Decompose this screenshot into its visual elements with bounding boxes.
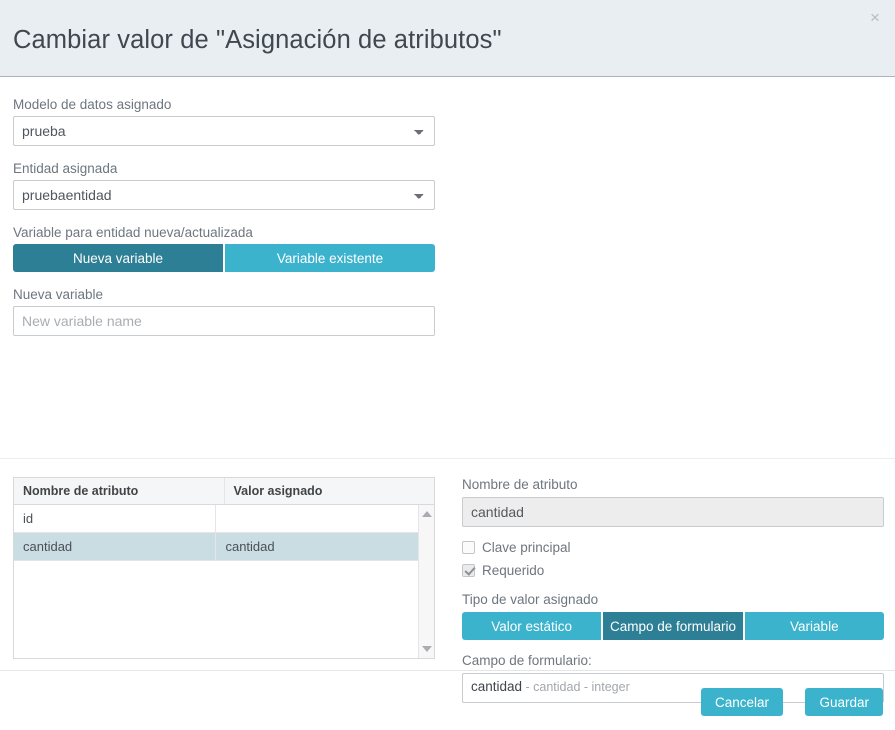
- value-type-button-group: Valor estático Campo de formulario Varia…: [462, 612, 884, 640]
- new-variable-label: Nueva variable: [13, 287, 104, 302]
- tab-nueva-variable[interactable]: Nueva variable: [13, 244, 223, 272]
- cell-assigned-value: [215, 505, 418, 533]
- column-header-attribute-name: Nombre de atributo: [14, 478, 225, 505]
- page-title: Cambiar valor de "Asignación de atributo…: [13, 26, 502, 54]
- table-scrollbar[interactable]: [417, 505, 434, 658]
- section-divider: [0, 458, 895, 459]
- field-group-variable-mode: Variable para entidad nueva/actualizada …: [13, 225, 435, 272]
- primary-key-label: Clave principal: [482, 539, 571, 555]
- modal-body: Modelo de datos asignado prueba Entidad …: [0, 77, 895, 730]
- table-row[interactable]: cantidad cantidad: [14, 532, 418, 561]
- variable-mode-button-group: Nueva variable Variable existente: [13, 244, 435, 272]
- field-group-new-variable: Nueva variable: [13, 287, 435, 336]
- attributes-table-body: id cantidad cantidad: [14, 505, 418, 561]
- table-header-row: Nombre de atributo Valor asignado: [14, 478, 434, 505]
- modal-footer: Cancelar Guardar: [0, 670, 895, 730]
- change-value-modal: Cambiar valor de "Asignación de atributo…: [0, 0, 895, 730]
- tab-campo-de-formulario[interactable]: Campo de formulario: [603, 612, 743, 640]
- cell-attribute-name: id: [14, 505, 217, 533]
- scroll-up-arrow-icon[interactable]: [421, 511, 432, 517]
- table-scroll-area: id cantidad cantidad: [14, 505, 434, 658]
- close-icon[interactable]: ×: [864, 7, 886, 29]
- scroll-down-arrow-icon[interactable]: [421, 646, 432, 652]
- attributes-table-header: Nombre de atributo Valor asignado: [14, 478, 434, 505]
- required-label: Requerido: [482, 562, 545, 578]
- new-variable-input[interactable]: [13, 306, 435, 336]
- variable-mode-label: Variable para entidad nueva/actualizada: [13, 225, 253, 240]
- attribute-name-input[interactable]: [462, 497, 884, 527]
- data-model-label: Modelo de datos asignado: [13, 97, 172, 112]
- field-group-entity: Entidad asignada pruebaentidad: [13, 161, 435, 210]
- field-group-data-model: Modelo de datos asignado prueba: [13, 97, 435, 146]
- value-type-label: Tipo de valor asignado: [462, 592, 599, 607]
- tab-valor-estatico[interactable]: Valor estático: [462, 612, 602, 640]
- entity-label: Entidad asignada: [13, 161, 118, 176]
- primary-key-checkbox[interactable]: [462, 540, 475, 554]
- entity-select[interactable]: pruebaentidad: [13, 180, 435, 210]
- modal-header: Cambiar valor de "Asignación de atributo…: [0, 0, 895, 77]
- required-checkbox[interactable]: [462, 563, 475, 577]
- attributes-table-panel: Nombre de atributo Valor asignado id can…: [13, 477, 435, 659]
- cell-assigned-value: cantidad: [215, 532, 418, 561]
- primary-key-checkbox-row[interactable]: Clave principal: [462, 539, 884, 555]
- data-model-select[interactable]: prueba: [13, 116, 435, 146]
- column-header-assigned-value: Valor asignado: [224, 478, 434, 505]
- table-body-container: id cantidad cantidad: [14, 505, 418, 658]
- upper-form-section: Modelo de datos asignado prueba Entidad …: [13, 97, 435, 351]
- required-checkbox-row[interactable]: Requerido: [462, 562, 884, 578]
- attribute-name-label: Nombre de atributo: [462, 477, 578, 492]
- cell-attribute-name: cantidad: [14, 532, 217, 561]
- cancel-button[interactable]: Cancelar: [700, 688, 783, 716]
- form-field-label: Campo de formulario:: [462, 653, 592, 668]
- tab-variable[interactable]: Variable: [744, 612, 884, 640]
- tab-variable-existente[interactable]: Variable existente: [225, 244, 435, 272]
- table-row[interactable]: id: [14, 505, 418, 533]
- save-button[interactable]: Guardar: [805, 688, 883, 716]
